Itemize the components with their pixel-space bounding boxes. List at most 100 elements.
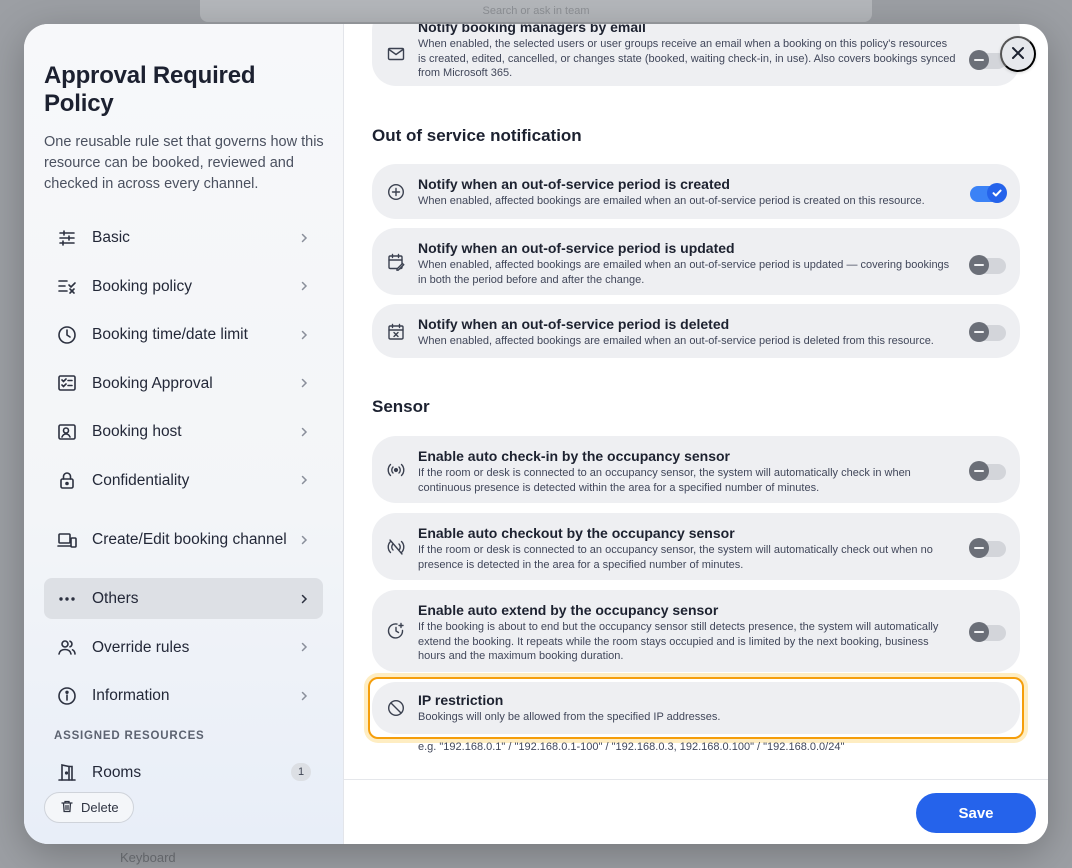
save-button[interactable]: Save [916, 793, 1036, 833]
setting-card-auto-checkin: Enable auto check-in by the occupancy se… [372, 436, 1020, 503]
toggle-knob [969, 50, 989, 70]
setting-card-ip-restriction[interactable]: IP restriction Bookings will only be all… [372, 682, 1020, 734]
toggle-knob [969, 255, 989, 275]
toggle-knob [987, 183, 1007, 203]
setting-title: Enable auto extend by the occupancy sens… [418, 602, 719, 618]
host-icon [56, 421, 78, 443]
nav-label: Booking Approval [92, 374, 213, 392]
ip-example-hint: e.g. "192.168.0.1" / "192.168.0.1-100" /… [418, 741, 845, 753]
oos-updated-toggle[interactable] [969, 255, 1006, 275]
nav-label: Basic [92, 229, 130, 246]
nav-item-booking-approval[interactable]: Booking Approval [44, 363, 323, 404]
policy-title: Approval Required Policy [44, 62, 256, 117]
nav-item-basic[interactable]: Basic [44, 217, 323, 258]
setting-card-oos-created: Notify when an out-of-service period is … [372, 164, 1020, 219]
clock-icon [56, 324, 78, 346]
rooms-count-badge: 1 [291, 763, 311, 782]
setting-description: When enabled, affected bookings are emai… [418, 335, 934, 347]
rooms-label: Rooms [92, 763, 142, 781]
nav-item-information[interactable]: Information [44, 675, 323, 716]
nav-item-confidentiality[interactable]: Confidentiality [44, 460, 323, 501]
background-search-bar: Search or ask in team [200, 0, 872, 22]
background-footer-text: Keyboard [120, 850, 176, 865]
chevron-right-icon [297, 328, 311, 342]
assigned-resources-heading: ASSIGNED RESOURCES [54, 730, 205, 743]
close-icon [1011, 46, 1025, 63]
info-icon [56, 685, 78, 707]
sliders-icon [56, 227, 78, 249]
chevron-right-icon [297, 231, 311, 245]
plus-circle-icon [386, 182, 406, 202]
policy-description: One reusable rule set that governs how t… [44, 134, 324, 192]
setting-card-oos-updated: Notify when an out-of-service period is … [372, 228, 1020, 295]
nav-label: Create/Edit booking channel [92, 531, 287, 549]
policy-sidebar: Approval Required Policy One reusable ru… [24, 24, 344, 844]
toggle-knob [969, 538, 989, 558]
nav-item-booking-host[interactable]: Booking host [44, 411, 323, 452]
setting-description: If the room or desk is connected to an o… [418, 544, 933, 571]
toggle-knob [969, 622, 989, 642]
devices-icon [56, 529, 78, 551]
sensor-off-icon [386, 537, 406, 557]
setting-card-auto-checkout: Enable auto checkout by the occupancy se… [372, 513, 1020, 580]
chevron-right-icon [297, 473, 311, 487]
chevron-right-icon [297, 425, 311, 439]
oos-section-heading: Out of service notification [372, 126, 582, 145]
setting-title: IP restriction [418, 692, 504, 708]
prohibited-icon [386, 698, 406, 718]
chevron-right-icon [297, 533, 311, 547]
chevron-right-icon [297, 376, 311, 390]
chevron-right-icon [297, 592, 311, 606]
nav-label: Booking policy [92, 277, 192, 295]
door-icon [56, 761, 78, 783]
calendar-x-icon [386, 322, 406, 342]
sensor-icon [386, 460, 406, 480]
delete-button[interactable]: Delete [44, 792, 134, 823]
chevron-right-icon [297, 279, 311, 293]
mail-icon [386, 44, 406, 64]
settings-scroll-area[interactable]: Notify booking managers by email When en… [344, 24, 1048, 779]
nav-item-booking-policy[interactable]: Booking policy [44, 266, 323, 307]
chevron-right-icon [297, 689, 311, 703]
nav-label: Others [92, 590, 139, 608]
oos-created-toggle[interactable] [970, 183, 1007, 203]
lock-icon [56, 469, 78, 491]
auto-extend-toggle[interactable] [969, 622, 1006, 642]
close-button[interactable] [1000, 36, 1036, 72]
setting-card-oos-deleted: Notify when an out-of-service period is … [372, 304, 1020, 358]
calendar-edit-icon [386, 252, 406, 272]
setting-title: Notify booking managers by email [418, 24, 646, 35]
nav-label: Booking time/date limit [92, 326, 248, 344]
setting-description: When enabled, affected bookings are emai… [418, 195, 925, 207]
toggle-knob [969, 322, 989, 342]
trash-icon [61, 800, 73, 816]
policy-main-panel: Notify booking managers by email When en… [344, 24, 1048, 844]
setting-title: Enable auto check-in by the occupancy se… [418, 448, 730, 464]
nav-item-booking-time-limit[interactable]: Booking time/date limit [44, 314, 323, 355]
setting-description: Bookings will only be allowed from the s… [418, 711, 721, 723]
nav-item-override-rules[interactable]: Override rules [44, 627, 323, 668]
auto-checkout-toggle[interactable] [969, 538, 1006, 558]
nav-item-others[interactable]: Others [44, 578, 323, 620]
approval-list-icon [56, 372, 78, 394]
setting-description: If the booking is about to end but the o… [418, 621, 939, 662]
policy-modal: Approval Required Policy One reusable ru… [24, 24, 1048, 844]
auto-checkin-toggle[interactable] [969, 461, 1006, 481]
policy-nav: Basic Booking policy Booking time/date l… [44, 217, 323, 716]
nav-label: Confidentiality [92, 471, 190, 489]
toggle-knob [969, 461, 989, 481]
assigned-rooms-row[interactable]: Rooms 1 [44, 754, 323, 790]
users-icon [56, 636, 78, 658]
setting-description: When enabled, the selected users or user… [418, 38, 956, 79]
setting-title: Notify when an out-of-service period is … [418, 176, 730, 192]
list-check-icon [56, 275, 78, 297]
nav-item-booking-channel[interactable]: Create/Edit booking channel [44, 509, 323, 571]
setting-title: Enable auto checkout by the occupancy se… [418, 525, 735, 541]
nav-label: Information [92, 687, 170, 705]
chevron-right-icon [297, 640, 311, 654]
setting-title: Notify when an out-of-service period is … [418, 240, 735, 256]
sensor-section-heading: Sensor [372, 397, 430, 416]
setting-description: When enabled, affected bookings are emai… [418, 259, 950, 286]
oos-deleted-toggle[interactable] [969, 322, 1006, 342]
nav-label: Booking host [92, 423, 182, 441]
